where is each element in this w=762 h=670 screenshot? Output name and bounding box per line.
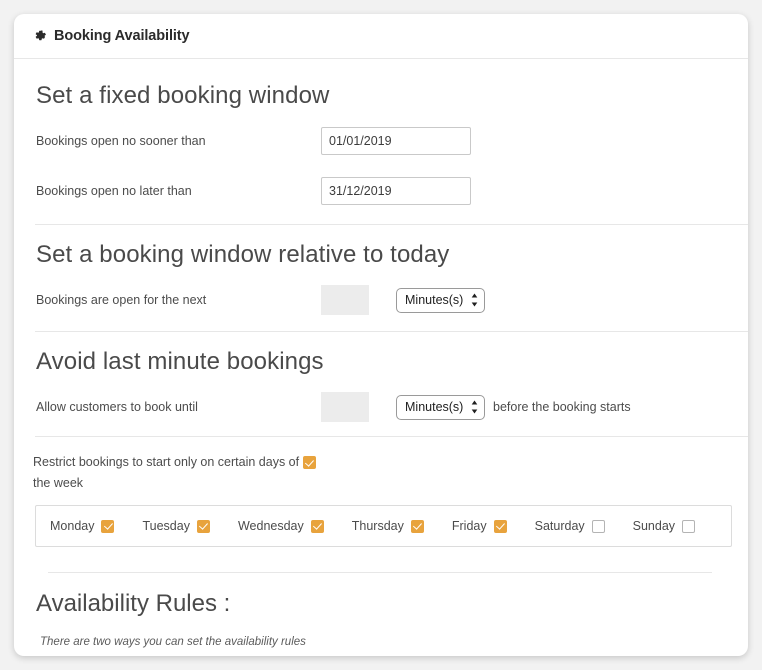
restrict-days-checkbox[interactable] xyxy=(303,456,316,469)
day-checkbox-monday[interactable] xyxy=(101,519,115,533)
day-label: Sunday xyxy=(632,519,676,533)
day-checkbox-wednesday[interactable] xyxy=(310,519,324,533)
day-item-sunday: Sunday xyxy=(632,519,696,533)
day-label: Friday xyxy=(451,519,487,533)
row-restrict-days: Restrict bookings to start only on certa… xyxy=(14,452,748,494)
last-minute-unit-select[interactable]: Minutes(s) xyxy=(396,394,485,420)
rules-intro: There are two ways you can set the avail… xyxy=(40,636,306,648)
days-of-week-group: Monday Tuesday Wednesday Thursday Friday… xyxy=(35,505,732,547)
section-heading-last-minute: Avoid last minute bookings xyxy=(36,348,324,375)
day-label: Saturday xyxy=(534,519,585,533)
open-no-later-date-input[interactable] xyxy=(321,177,471,205)
section-heading-fixed-window: Set a fixed booking window xyxy=(36,82,330,109)
day-label: Wednesday xyxy=(237,519,304,533)
gear-icon xyxy=(33,29,47,43)
label-open-no-sooner: Bookings open no sooner than xyxy=(36,134,206,148)
day-label: Thursday xyxy=(351,519,404,533)
page-title: Booking Availability xyxy=(54,28,190,44)
divider-4 xyxy=(48,572,712,573)
day-label: Monday xyxy=(50,519,95,533)
day-item-tuesday: Tuesday xyxy=(142,519,210,533)
last-minute-unit-wrap: Minutes(s) xyxy=(396,394,485,420)
day-label: Tuesday xyxy=(142,519,190,533)
day-checkbox-tuesday[interactable] xyxy=(196,519,210,533)
label-open-no-later: Bookings open no later than xyxy=(36,184,192,198)
day-checkbox-friday[interactable] xyxy=(493,519,507,533)
day-item-monday: Monday xyxy=(50,519,115,533)
label-relative-window: Bookings are open for the next xyxy=(36,293,207,307)
availability-rules-list: There are two ways you can set the avail… xyxy=(14,631,748,656)
row-open-no-sooner: Bookings open no sooner than xyxy=(14,127,748,155)
rule-item-1: 1. All dates are available by default. C… xyxy=(37,653,748,656)
day-item-wednesday: Wednesday xyxy=(238,519,324,533)
divider-2 xyxy=(35,331,748,332)
label-restrict-days: Restrict bookings to start only on certa… xyxy=(33,455,300,490)
label-before-booking-starts: before the booking starts xyxy=(493,400,631,414)
open-no-sooner-date-input[interactable] xyxy=(321,127,471,155)
day-checkbox-thursday[interactable] xyxy=(410,519,424,533)
section-heading-relative-window: Set a booking window relative to today xyxy=(36,241,450,268)
relative-window-unit-select[interactable]: Minutes(s) xyxy=(396,287,485,313)
card-body: Set a fixed booking window Bookings open… xyxy=(14,82,748,656)
relative-window-unit-wrap: Minutes(s) xyxy=(396,287,485,313)
label-last-minute: Allow customers to book until xyxy=(36,400,198,414)
divider-3 xyxy=(35,436,748,437)
day-checkbox-saturday[interactable] xyxy=(591,519,605,533)
row-last-minute: Allow customers to book until Minutes(s)… xyxy=(14,392,748,422)
section-heading-availability-rules: Availability Rules : xyxy=(36,590,231,617)
divider-1 xyxy=(35,224,748,225)
day-checkbox-sunday[interactable] xyxy=(682,519,696,533)
day-item-saturday: Saturday xyxy=(535,519,605,533)
booking-availability-card: Booking Availability Set a fixed booking… xyxy=(14,14,748,656)
day-item-thursday: Thursday xyxy=(352,519,424,533)
last-minute-amount-input[interactable] xyxy=(321,392,369,422)
relative-window-amount-input[interactable] xyxy=(321,285,369,315)
card-header: Booking Availability xyxy=(14,14,748,59)
day-item-friday: Friday xyxy=(452,519,507,533)
row-open-no-later: Bookings open no later than xyxy=(14,177,748,205)
row-relative-window: Bookings are open for the next Minutes(s… xyxy=(14,285,748,315)
